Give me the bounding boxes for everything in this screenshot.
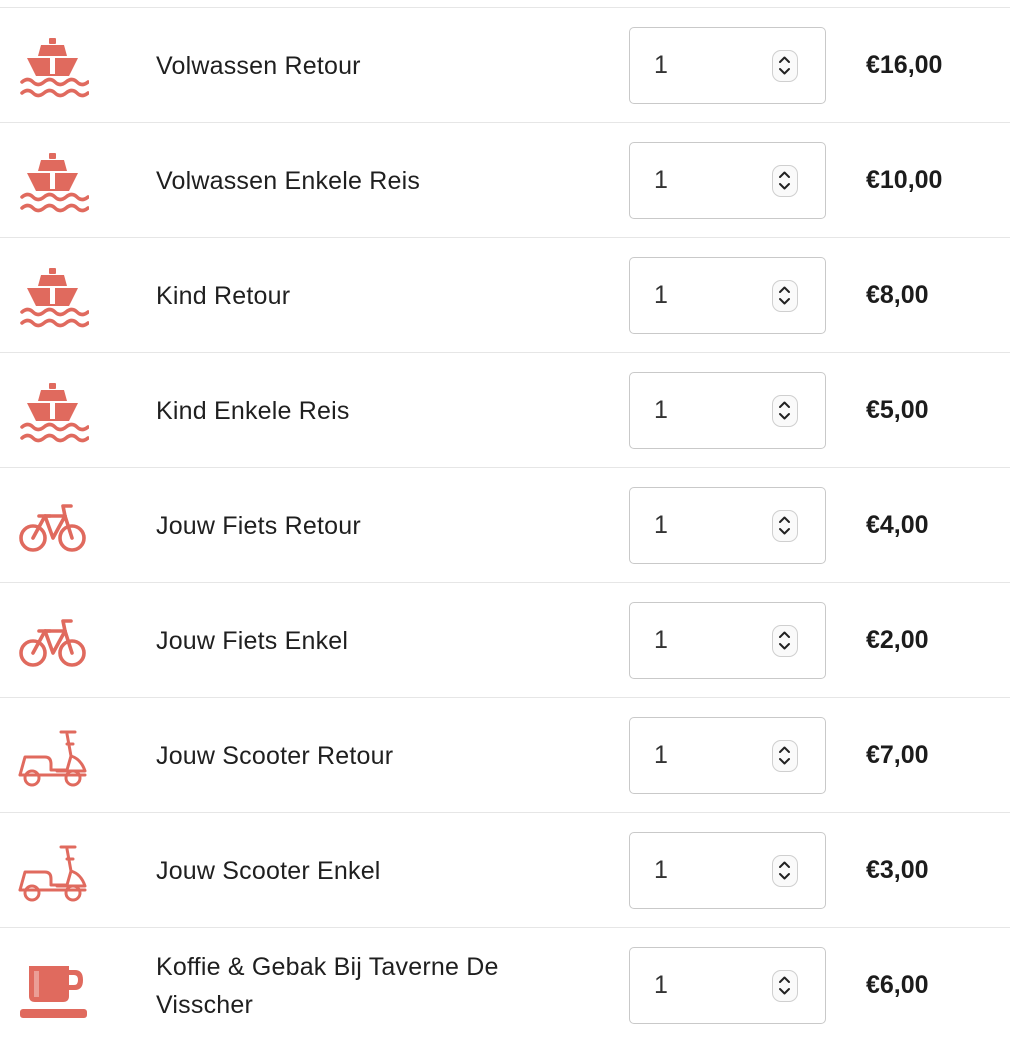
item-label: Koffie & Gebak Bij Taverne De Visscher — [156, 952, 499, 1019]
list-item: Kind Retour 1 €8,00 — [0, 237, 1010, 352]
item-label: Kind Retour — [156, 281, 291, 310]
quantity-value: 1 — [654, 741, 668, 769]
scooter-icon — [17, 726, 89, 790]
quantity-value: 1 — [654, 511, 668, 539]
item-label: Jouw Scooter Retour — [156, 741, 394, 770]
list-item: Kind Enkele Reis 1 €5,00 — [0, 352, 1010, 467]
spin-arrows-icon[interactable] — [772, 625, 798, 657]
quantity-value: 1 — [654, 51, 668, 79]
coffee-cup-icon — [17, 956, 89, 1020]
quantity-stepper[interactable]: 1 — [629, 142, 826, 219]
quantity-stepper[interactable]: 1 — [629, 487, 826, 564]
item-price: €16,00 — [866, 51, 943, 79]
quantity-stepper[interactable]: 1 — [629, 832, 826, 909]
item-label: Volwassen Enkele Reis — [156, 166, 421, 195]
spin-arrows-icon[interactable] — [772, 395, 798, 427]
item-label: Jouw Fiets Enkel — [156, 626, 349, 655]
quantity-stepper[interactable]: 1 — [629, 27, 826, 104]
list-item: Koffie & Gebak Bij Taverne De Visscher 1… — [0, 927, 1010, 1042]
item-price: €7,00 — [866, 741, 929, 769]
ferry-icon — [17, 266, 89, 330]
ferry-icon — [17, 381, 89, 445]
ferry-icon — [17, 36, 89, 100]
quantity-value: 1 — [654, 626, 668, 654]
item-price: €3,00 — [866, 856, 929, 884]
item-price: €4,00 — [866, 511, 929, 539]
ferry-icon — [17, 151, 89, 215]
item-price: €10,00 — [866, 166, 943, 194]
quantity-value: 1 — [654, 396, 668, 424]
quantity-value: 1 — [654, 856, 668, 884]
item-price: €5,00 — [866, 396, 929, 424]
list-item: Jouw Fiets Retour 1 €4,00 — [0, 467, 1010, 582]
spin-arrows-icon[interactable] — [772, 280, 798, 312]
quantity-stepper[interactable]: 1 — [629, 602, 826, 679]
item-label: Kind Enkele Reis — [156, 396, 350, 425]
spin-arrows-icon[interactable] — [772, 165, 798, 197]
spin-arrows-icon[interactable] — [772, 50, 798, 82]
item-price: €6,00 — [866, 971, 929, 999]
spin-arrows-icon[interactable] — [772, 510, 798, 542]
bicycle-icon — [17, 496, 89, 560]
item-label: Jouw Fiets Retour — [156, 511, 361, 540]
scooter-icon — [17, 841, 89, 905]
item-price: €8,00 — [866, 281, 929, 309]
item-label: Volwassen Retour — [156, 51, 361, 80]
quantity-stepper[interactable]: 1 — [629, 257, 826, 334]
bicycle-icon — [17, 611, 89, 675]
list-item: Jouw Scooter Enkel 1 €3,00 — [0, 812, 1010, 927]
quantity-value: 1 — [654, 281, 668, 309]
item-price: €2,00 — [866, 626, 929, 654]
quantity-stepper[interactable]: 1 — [629, 947, 826, 1024]
quantity-value: 1 — [654, 971, 668, 999]
list-item: Jouw Scooter Retour 1 €7,00 — [0, 697, 1010, 812]
spin-arrows-icon[interactable] — [772, 855, 798, 887]
quantity-stepper[interactable]: 1 — [629, 372, 826, 449]
list-item: Volwassen Retour 1 €16,00 — [0, 7, 1010, 122]
list-item: Jouw Fiets Enkel 1 €2,00 — [0, 582, 1010, 697]
item-label: Jouw Scooter Enkel — [156, 856, 381, 885]
spin-arrows-icon[interactable] — [772, 970, 798, 1002]
quantity-value: 1 — [654, 166, 668, 194]
spin-arrows-icon[interactable] — [772, 740, 798, 772]
quantity-stepper[interactable]: 1 — [629, 717, 826, 794]
ticket-list: Volwassen Retour 1 €16,00 Volwassen Enke… — [0, 7, 1010, 1042]
list-item: Volwassen Enkele Reis 1 €10,00 — [0, 122, 1010, 237]
